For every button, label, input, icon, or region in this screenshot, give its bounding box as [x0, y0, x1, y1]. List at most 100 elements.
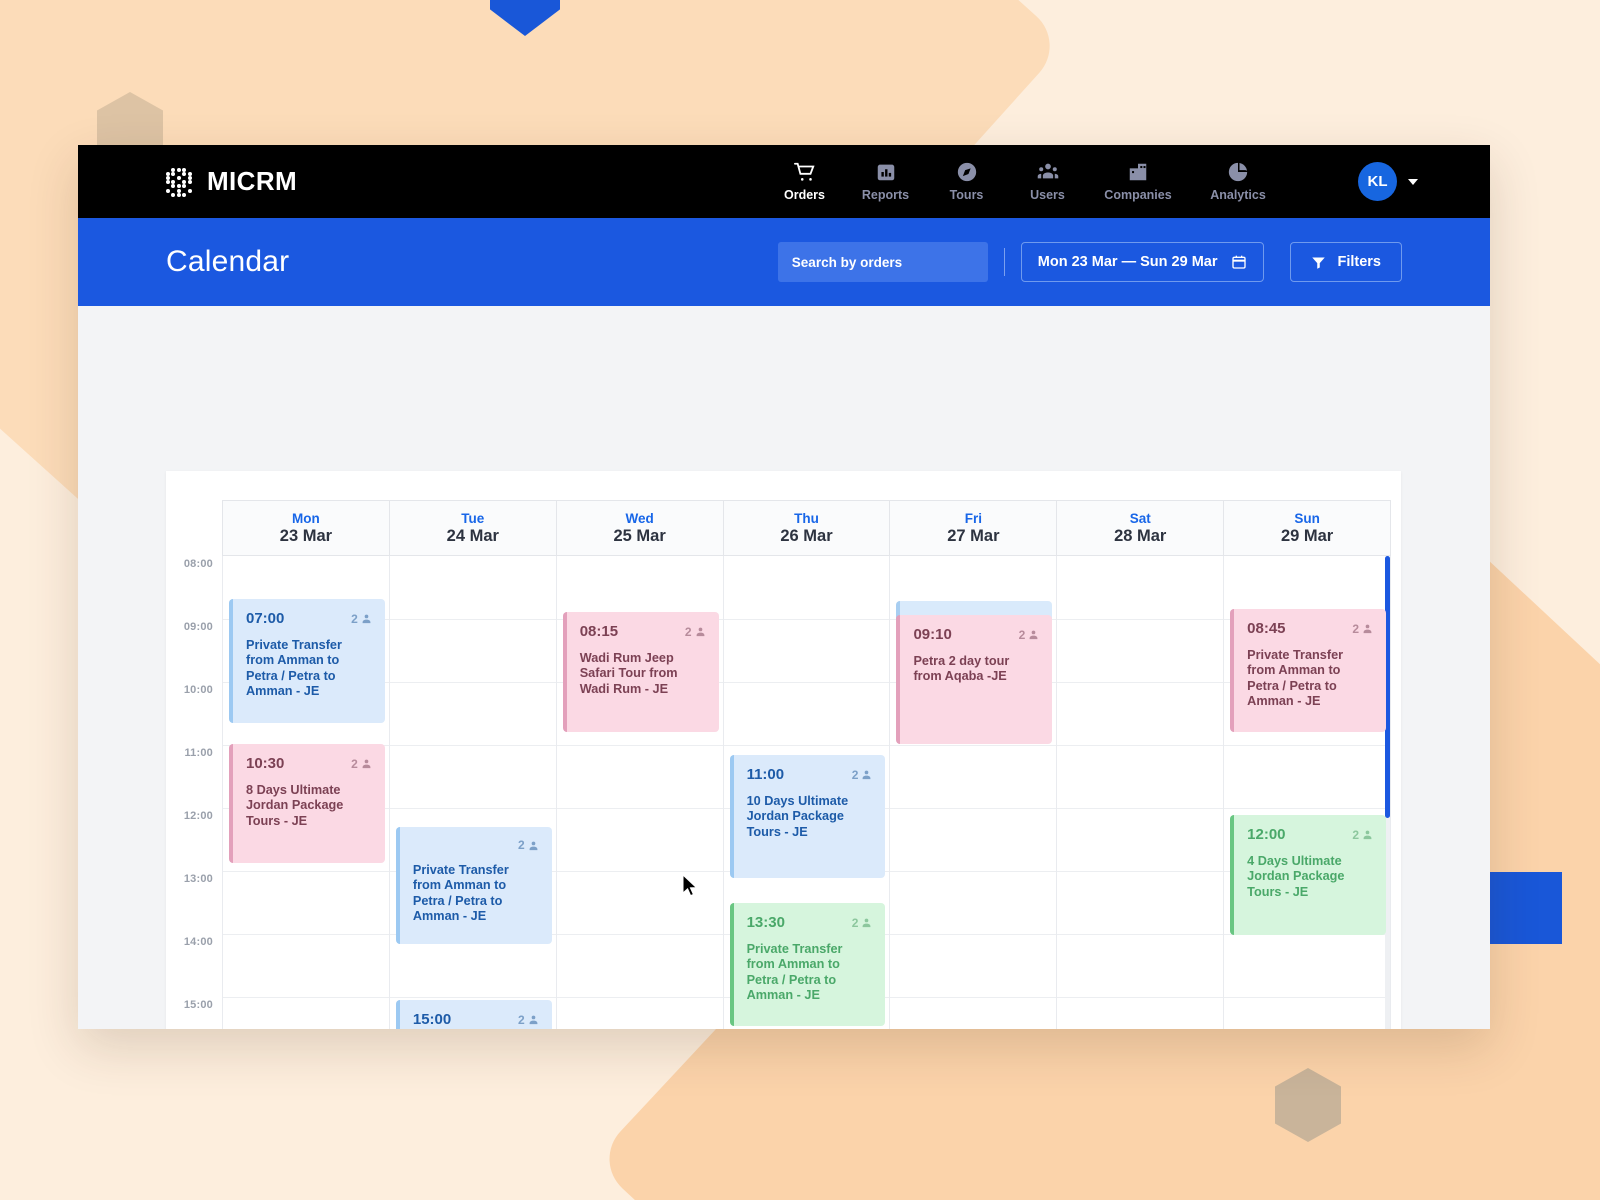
day-header-fri[interactable]: Fri 27 Mar — [889, 501, 1057, 556]
person-icon — [863, 918, 871, 928]
event-header: 08:45 2 — [1247, 620, 1373, 637]
day-column-sat[interactable] — [1056, 556, 1224, 1029]
bar-chart-icon — [875, 161, 897, 183]
hour-gridline — [1057, 997, 1224, 998]
person-icon — [362, 759, 371, 769]
time-label: 15:00 — [183, 999, 213, 1011]
event-header: 12:00 2 — [1247, 826, 1373, 843]
header-divider — [1003, 248, 1005, 276]
time-axis: 08:00 09:00 10:00 11:00 12:00 13:00 14:00 15:00… — [166, 556, 222, 1029]
day-date: 24 Mar — [446, 526, 499, 545]
day-of-week: Wed — [625, 510, 654, 526]
calendar-panel: 08:00 09:00 10:00 11:00 12:00 13:00 14:00 15:00… — [166, 471, 1401, 1029]
hour-gridline — [723, 619, 890, 620]
hour-gridline — [1057, 934, 1224, 935]
person-icon — [362, 614, 371, 624]
nav-item-reports[interactable]: Reports — [845, 145, 926, 218]
time-label: 09:00 — [183, 621, 213, 633]
event-time: 08:45 — [1247, 620, 1286, 637]
calendar-event[interactable]: 15:002Wadi Rum Jeep Safari Tour from Wad… — [395, 1000, 552, 1029]
day-column-mon[interactable]: 07:00 2 Private Transfer from Amman to Pet… — [222, 556, 389, 1029]
person-icon — [696, 627, 704, 637]
day-header-sun[interactable]: Sun 29 Mar — [1223, 501, 1391, 556]
event-time: 12:00 — [1247, 826, 1286, 843]
search-input[interactable] — [791, 254, 973, 270]
time-label: 11:00 — [184, 747, 213, 759]
day-column-tue[interactable]: 2 Private Transfer from Amman to Petra / … — [388, 556, 556, 1029]
hour-gridline — [1057, 871, 1224, 872]
calendar-event[interactable]: 11:00 2 10 Days Ultimate Jordan Package To… — [729, 755, 886, 878]
nav-item-label: Analytics — [1210, 188, 1266, 202]
day-header-sat[interactable]: Sat 28 Mar — [1056, 501, 1224, 556]
event-title: Private Transfer from Amman to Petra / P… — [746, 942, 843, 1003]
event-pax-count: 2 — [351, 611, 358, 626]
calendar-event[interactable]: 13:30 2 Private Transfer from Amman to Pet… — [729, 903, 886, 1026]
hour-gridline — [556, 808, 723, 809]
funnel-icon — [1312, 257, 1326, 269]
compass-icon — [956, 161, 978, 183]
event-time: 13:30 — [746, 914, 785, 931]
app-window: MICRM Orders Reports Tours Users Companies An… — [78, 145, 1490, 1029]
search-box[interactable] — [777, 242, 988, 282]
day-date: 23 Mar — [279, 526, 333, 545]
nav-item-users[interactable]: Users — [1007, 145, 1088, 218]
nav-item-tours[interactable]: Tours — [926, 145, 1007, 218]
calendar-event[interactable]: 2 Private Transfer from Amman to Petra / … — [395, 827, 552, 944]
calendar-event[interactable]: 09:10 2 Petra 2 day tour from Aqaba -JE — [896, 615, 1053, 744]
day-date: 26 Mar — [780, 526, 833, 545]
event-pax-count: 2 — [1352, 827, 1360, 842]
calendar-event[interactable]: 08:15 2 Wadi Rum Jeep Safari Tour from Wad… — [562, 612, 719, 732]
day-of-week: Mon — [292, 510, 320, 526]
day-header-tue[interactable]: Tue 24 Mar — [388, 501, 556, 556]
users-icon — [1037, 161, 1059, 183]
day-header-wed[interactable]: Wed 25 Mar — [555, 501, 723, 556]
day-of-week: Tue — [461, 510, 485, 526]
hour-gridline — [1224, 997, 1391, 998]
chevron-down-icon — [1408, 178, 1418, 185]
day-header-thu[interactable]: Thu 26 Mar — [722, 501, 890, 556]
day-column-thu[interactable]: 11:00 2 10 Days Ultimate Jordan Package To… — [722, 556, 890, 1029]
person-icon — [529, 1015, 538, 1025]
event-pax-count: 2 — [518, 838, 525, 852]
event-pax: 2 — [351, 757, 372, 771]
event-title: Wadi Rum Jeep Safari Tour from Wadi Rum … — [579, 651, 678, 696]
nav-item-label: Users — [1030, 188, 1065, 202]
brand-name: MICRM — [207, 166, 298, 196]
nav-item-companies[interactable]: Companies — [1088, 145, 1188, 218]
event-header: 07:00 2 — [246, 610, 372, 627]
hour-gridline — [890, 997, 1057, 998]
day-header-mon[interactable]: Mon 23 Mar — [222, 501, 389, 556]
event-time: 11:00 — [746, 766, 785, 783]
date-range-label: Mon 23 Mar — Sun 29 Mar — [1037, 254, 1218, 270]
calendar-event[interactable]: 07:00 2 Private Transfer from Amman to Pet… — [229, 599, 385, 723]
event-pax: 2 — [1352, 622, 1373, 636]
day-column-wed[interactable]: 08:15 2 Wadi Rum Jeep Safari Tour from Wad… — [555, 556, 723, 1029]
event-title: 8 Days Ultimate Jordan Package Tours - J… — [246, 783, 344, 828]
bg-pentagon-blue-right — [1490, 872, 1562, 944]
nav-item-analytics[interactable]: Analytics — [1188, 145, 1288, 218]
day-column-fri[interactable]: 09:10 2 Petra 2 day tour from Aqaba -JE — [889, 556, 1057, 1029]
event-time: 15:00 — [412, 1011, 452, 1028]
event-pax: 2 — [518, 838, 539, 852]
person-icon — [1029, 630, 1038, 640]
day-of-week: Sat — [1129, 510, 1151, 526]
calendar-event[interactable]: 12:00 2 4 Days Ultimate Jordan Package Tou… — [1230, 815, 1387, 935]
event-pax-count: 2 — [851, 915, 859, 930]
day-of-week: Fri — [964, 510, 982, 526]
calendar-event[interactable]: 10:30 2 8 Days Ultimate Jordan Package Tou… — [229, 744, 385, 863]
hour-gridline — [1224, 808, 1391, 809]
person-icon — [1363, 624, 1372, 634]
nav-item-list: Orders Reports Tours Users Companies Analytic… — [764, 145, 1288, 218]
user-menu[interactable]: KL — [1358, 145, 1418, 218]
page-title: Calendar — [166, 245, 290, 278]
nav-item-label: Tours — [949, 188, 984, 202]
filters-button[interactable]: Filters — [1290, 242, 1402, 282]
nav-item-orders[interactable]: Orders — [764, 145, 845, 218]
event-time: 08:15 — [579, 623, 619, 640]
event-pax-count: 2 — [518, 1012, 525, 1027]
day-column-sun[interactable]: 08:45 2 Private Transfer from Amman to Pet… — [1223, 556, 1391, 1029]
event-pax-count: 2 — [1018, 627, 1026, 642]
calendar-event[interactable]: 08:45 2 Private Transfer from Amman to Pet… — [1230, 609, 1387, 732]
brand-logo[interactable]: MICRM — [166, 166, 297, 197]
date-range-picker[interactable]: Mon 23 Mar — Sun 29 Mar — [1020, 242, 1265, 282]
